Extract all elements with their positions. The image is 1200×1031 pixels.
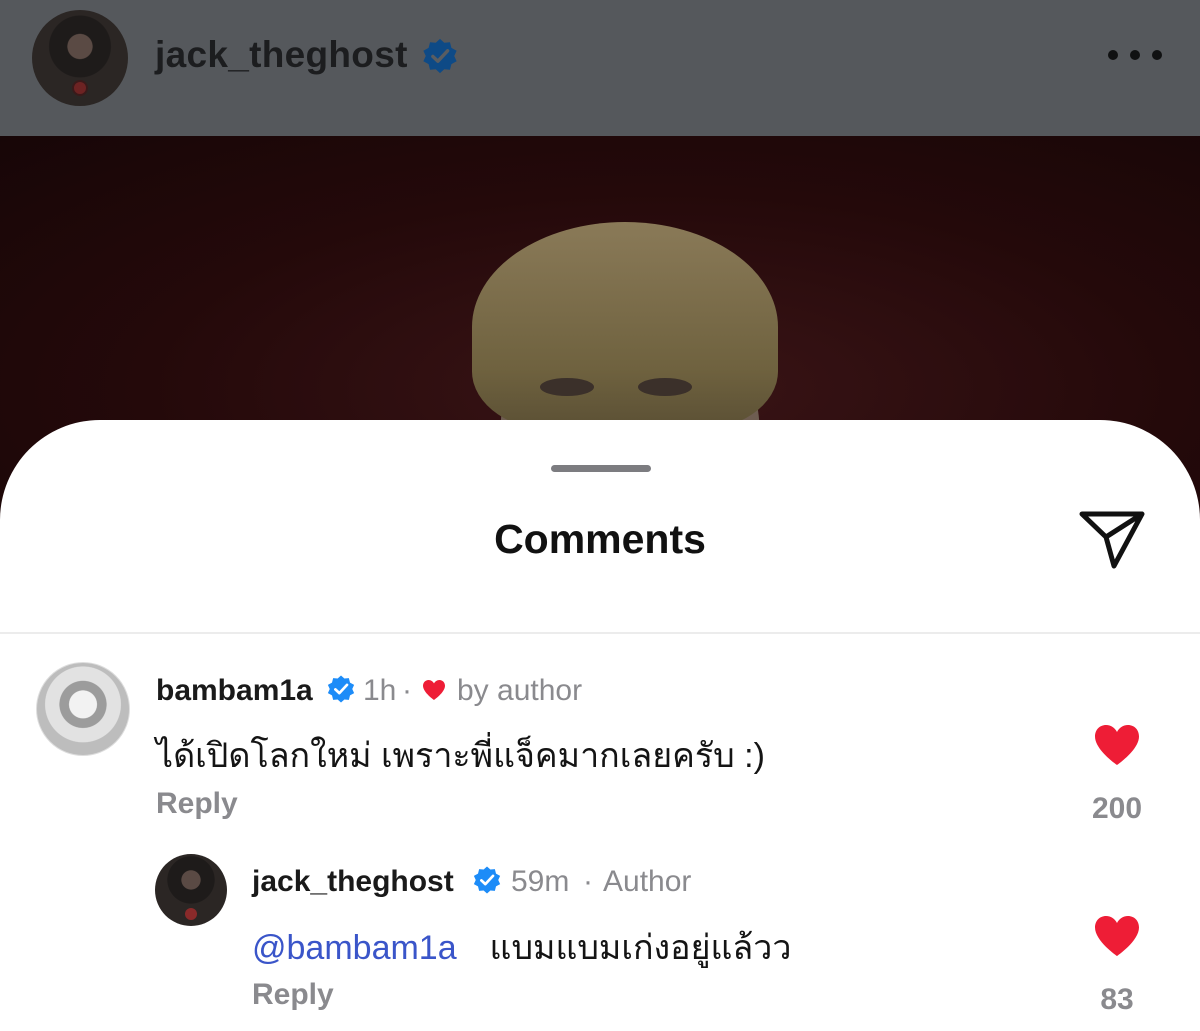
reply-avatar[interactable] bbox=[155, 854, 227, 926]
post-header: jack_theghost bbox=[0, 0, 1200, 136]
verified-icon bbox=[473, 866, 501, 894]
liked-by-author-heart-icon bbox=[423, 680, 445, 700]
comments-title: Comments bbox=[494, 516, 706, 562]
post-author-username[interactable]: jack_theghost bbox=[155, 34, 408, 76]
reply-username[interactable]: jack_theghost bbox=[252, 865, 454, 899]
sheet-grabber-handle[interactable] bbox=[551, 465, 651, 472]
liked-by-author-label: by author bbox=[457, 674, 583, 707]
comment-text: ได้เปิดโลกใหม่ เพราะพี่แจ็คมากเลยครับ :) bbox=[156, 737, 765, 775]
verified-icon bbox=[327, 675, 355, 703]
instagram-comments-screen: jack_theghost Comments bambam1a 1h · by … bbox=[0, 0, 1200, 1031]
reply-button[interactable]: Reply bbox=[156, 787, 238, 821]
reply-button[interactable]: Reply bbox=[252, 978, 334, 1012]
reply-text: แบมแบมเก่งอยู่แล้วว bbox=[489, 929, 792, 967]
photo-hair bbox=[472, 222, 778, 432]
verified-icon bbox=[423, 38, 457, 74]
post-author-avatar[interactable] bbox=[32, 10, 128, 106]
comment-avatar[interactable] bbox=[36, 662, 130, 756]
more-options-icon[interactable] bbox=[1108, 48, 1164, 62]
send-icon[interactable] bbox=[1076, 504, 1148, 572]
heart-icon[interactable] bbox=[1092, 722, 1142, 768]
reply-text-row: @bambam1a แบมแบมเก่งอยู่แล้วว bbox=[252, 920, 791, 974]
comment-timestamp: 1h bbox=[363, 674, 397, 707]
author-tag: Author bbox=[603, 865, 692, 898]
meta-separator: · bbox=[583, 865, 593, 898]
like-count: 83 bbox=[1100, 983, 1134, 1016]
like-count: 200 bbox=[1091, 792, 1143, 825]
heart-icon[interactable] bbox=[1092, 913, 1142, 959]
meta-separator: · bbox=[402, 674, 412, 707]
sheet-divider bbox=[0, 632, 1200, 634]
comment-username[interactable]: bambam1a bbox=[156, 674, 313, 708]
mention-link[interactable]: @bambam1a bbox=[252, 929, 457, 967]
reply-timestamp: 59m bbox=[511, 865, 570, 898]
